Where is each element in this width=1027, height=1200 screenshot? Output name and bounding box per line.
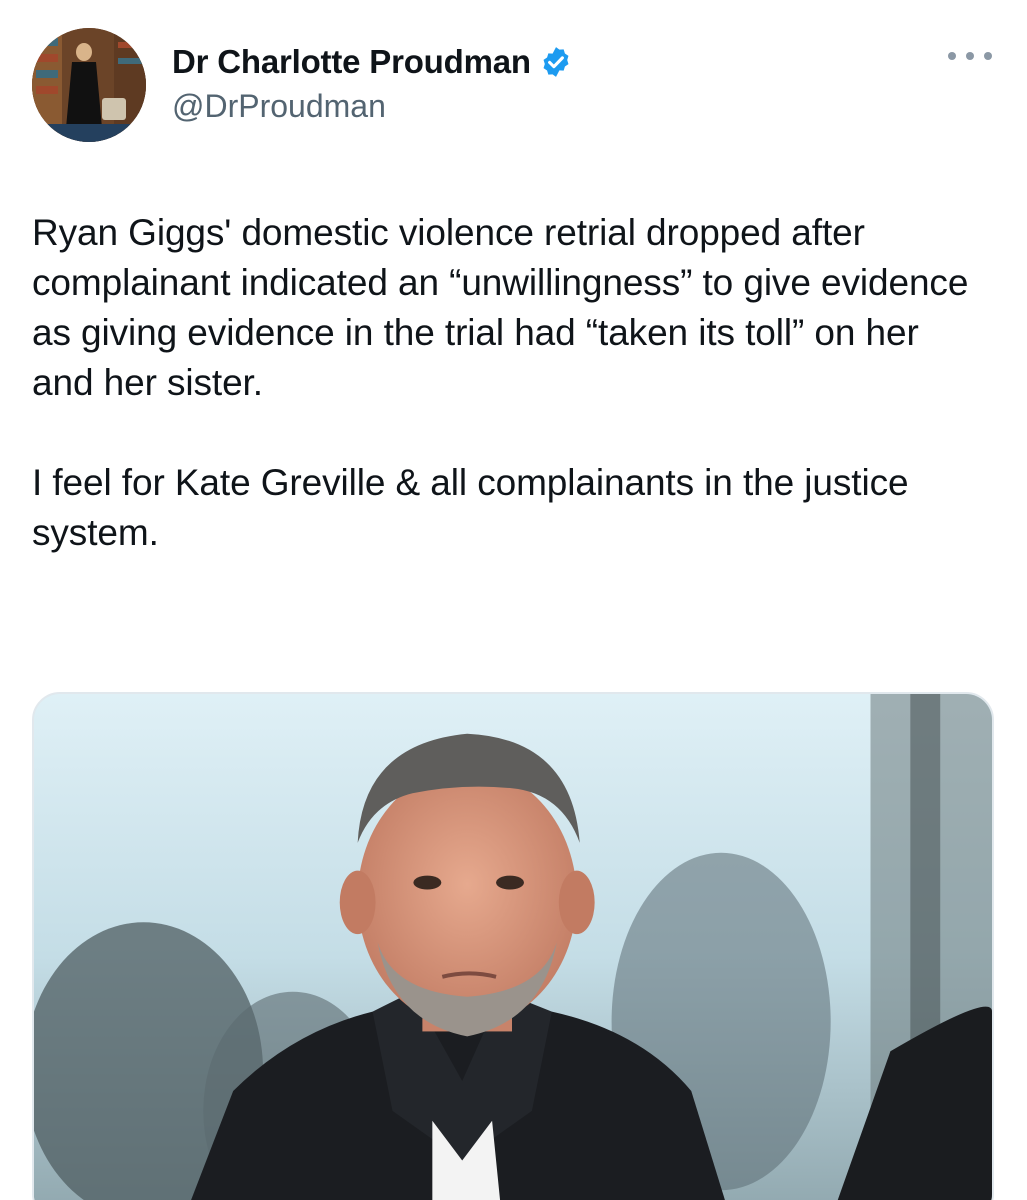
tweet-header: Dr Charlotte Proudman @DrProudman	[32, 28, 994, 148]
tweet-text: Ryan Giggs' domestic violence retrial dr…	[32, 212, 969, 553]
author-display-name[interactable]: Dr Charlotte Proudman	[172, 43, 531, 81]
man-in-dark-jacket-photo	[34, 694, 992, 1200]
verified-badge-icon	[539, 45, 573, 79]
author-name-row: Dr Charlotte Proudman	[172, 40, 573, 84]
more-dot	[966, 52, 974, 60]
tweet-media-photo[interactable]	[32, 692, 994, 1200]
author-handle[interactable]: @DrProudman	[172, 88, 386, 125]
more-options-icon[interactable]	[948, 42, 992, 70]
more-dot	[948, 52, 956, 60]
author-avatar[interactable]	[32, 28, 146, 142]
more-dot	[984, 52, 992, 60]
avatar-image	[32, 28, 146, 142]
